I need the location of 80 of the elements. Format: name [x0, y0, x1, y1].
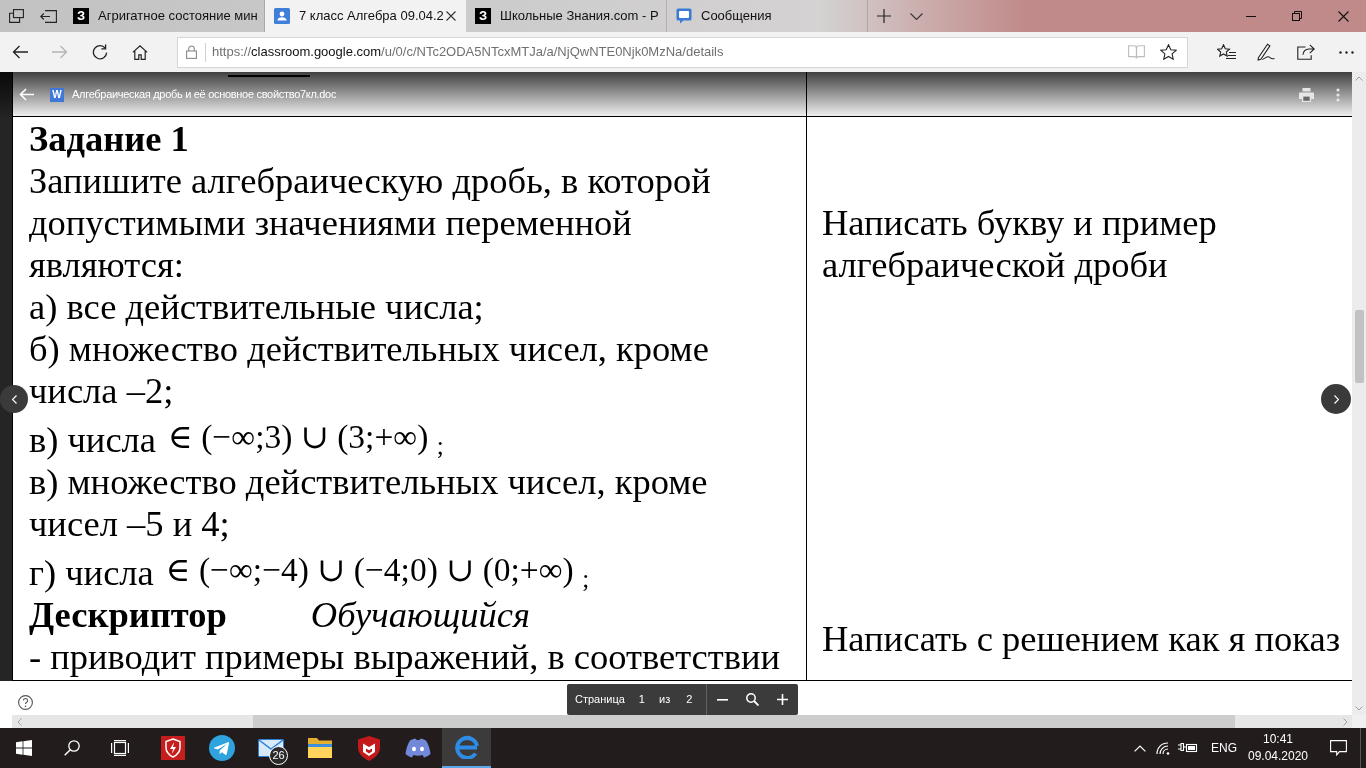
- controller-icon: [404, 738, 431, 758]
- back-arrow-icon: [18, 88, 34, 101]
- task-text: б) множество действительных чисел, кроме числа –2;: [29, 328, 709, 412]
- close-icon: [1337, 10, 1349, 22]
- task-heading: Задание 1: [29, 118, 189, 160]
- scrollbar-thumb[interactable]: [1354, 310, 1364, 383]
- task-text: - приводит примеры выражений, в соответствии: [29, 636, 781, 678]
- more-vertical-icon: [1336, 87, 1340, 102]
- address-bar[interactable]: https://classroom.google.com/u/0/c/NTc2ODA5NTcxMTJa/a/NjQwNTE0Njk0MzNa/details: [177, 36, 1188, 68]
- vertical-scrollbar[interactable]: [1352, 72, 1366, 715]
- message-bubble-icon: [1329, 740, 1347, 756]
- lightning-shield-icon: [160, 736, 185, 760]
- folder-icon: [307, 738, 332, 758]
- plus-icon: [877, 9, 891, 23]
- person-icon: [274, 8, 290, 24]
- browser-tab[interactable]: 7 класс Алгебра 09.04.2: [265, 0, 466, 32]
- task-text: а) все действительные числа;: [29, 286, 484, 328]
- chevron-down-icon: [909, 12, 923, 20]
- horizontal-scrollbar[interactable]: [12, 715, 1352, 728]
- home-icon: [132, 44, 148, 60]
- wifi-icon: [1156, 741, 1172, 755]
- stacked-squares-icon: [8, 9, 24, 23]
- task-text: в) числа: [29, 419, 157, 460]
- star-icon: [1159, 44, 1177, 60]
- descriptor-subject: Обучающийся: [310, 594, 530, 636]
- descriptor-label: Дескриптор: [29, 594, 227, 636]
- chevron-left-icon: [11, 394, 17, 404]
- file-type-logo: W: [50, 87, 64, 102]
- task-text: г) числа: [29, 552, 154, 593]
- chat-bubble-icon: [676, 8, 692, 24]
- minimize-icon: [1246, 15, 1256, 17]
- search-icon: [64, 740, 80, 756]
- printer-icon: [1298, 87, 1314, 102]
- lock-icon: [186, 45, 197, 59]
- task-text: в) множество действительных чисел, кроме чисел –5 и 4;: [29, 461, 708, 545]
- math-formula: ∈ (−∞;3) ∪ (3;+∞) $_{;}$: [168, 417, 444, 458]
- paper-plane-icon: [208, 735, 235, 761]
- next-button[interactable]: [1321, 384, 1351, 414]
- scrollbar-corner: [1352, 715, 1366, 728]
- help-icon[interactable]: [18, 695, 33, 710]
- pen-icon: [1257, 43, 1275, 61]
- magnifier-icon: [745, 693, 759, 706]
- chevron-up-icon: [1134, 744, 1146, 752]
- taskbar-app-button[interactable]: 26: [246, 728, 295, 768]
- teacher-note: Написать букву и пример алгебраической дроби: [822, 202, 1217, 286]
- back-arrow-icon: [12, 45, 28, 59]
- minus-icon: [716, 698, 728, 701]
- file-name: Алгебраическая дробь и её основное свойство7кл.doc: [72, 87, 337, 103]
- url-text[interactable]: https://classroom.google.com/u/0/c/NTc2ODA5NTcxMTJa/a/NjQwNTE0Njk0MzNa/details: [212, 42, 724, 62]
- windows-logo-icon: [16, 740, 32, 756]
- arrow-into-box-icon: [39, 9, 57, 23]
- clock-time[interactable]: 10:41: [1263, 731, 1293, 748]
- star-list-icon: [1216, 44, 1236, 60]
- previous-button[interactable]: [0, 385, 28, 413]
- browser-icon: [454, 735, 479, 759]
- scrollbar-thumb[interactable]: [253, 715, 1235, 728]
- clock-date[interactable]: 09.04.2020: [1247, 748, 1309, 765]
- current-page[interactable]: 1: [638, 691, 645, 708]
- forward-arrow-icon: [52, 45, 68, 59]
- book-icon: [1127, 45, 1145, 59]
- total-pages: 2: [686, 692, 693, 708]
- notification-badge: 26: [269, 746, 288, 765]
- plus-icon: [776, 694, 788, 705]
- close-icon[interactable]: [446, 11, 456, 21]
- task-text: Запишите алгебраическую дробь, в которой допустимыми значениями переменной являются:: [29, 160, 711, 286]
- page-of-text: из: [659, 692, 671, 708]
- more-icon: [1338, 50, 1354, 54]
- page-label: Страница: [575, 692, 625, 708]
- teacher-note: Написать с решением как я показ: [822, 618, 1341, 660]
- battery-plug-icon: [1178, 742, 1198, 754]
- chevron-right-icon: [1333, 394, 1339, 404]
- site-logo: З: [475, 8, 491, 24]
- shield-icon: [357, 735, 380, 761]
- task-view-icon: [111, 740, 129, 756]
- restore-icon: [1292, 11, 1302, 21]
- share-icon: [1297, 44, 1315, 60]
- refresh-icon: [92, 44, 108, 60]
- site-logo: З: [73, 8, 89, 24]
- math-formula: ∈ (−∞;−4) ∪ (−4;0) ∪ (0;+∞) $_{;}$: [165, 550, 590, 591]
- language-indicator[interactable]: ENG: [1206, 728, 1242, 768]
